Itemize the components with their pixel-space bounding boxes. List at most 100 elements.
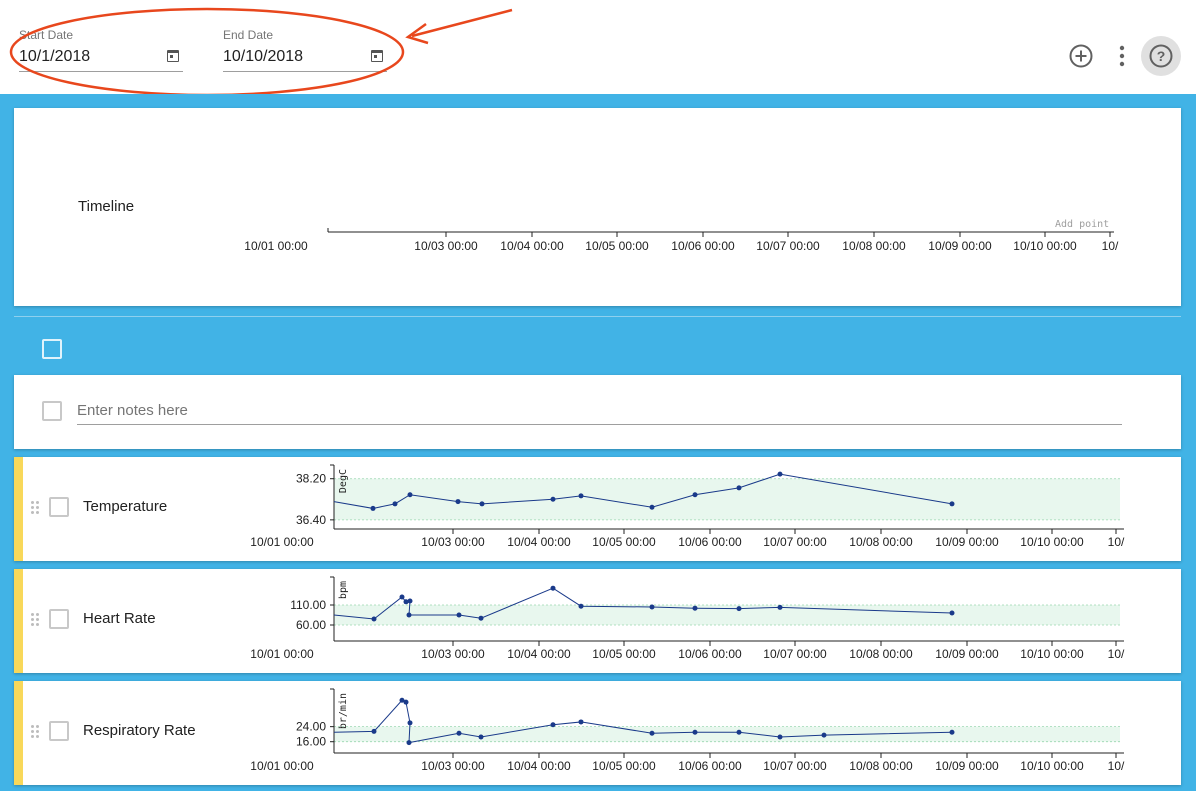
data-point — [578, 719, 584, 725]
data-point — [736, 729, 742, 735]
notes-input[interactable] — [77, 397, 1122, 425]
x-tick-label: 10/03 00:00 — [421, 647, 485, 661]
x-tick-label: 10/09 00:00 — [935, 759, 999, 773]
data-point — [455, 499, 461, 505]
y-tick-label: 16.00 — [296, 735, 326, 749]
x-tick-label: 10/10 00:00 — [1020, 647, 1084, 661]
x-tick-label: 10/04 00:00 — [507, 759, 571, 773]
x-tick-label: 10/01 00:00 — [250, 535, 314, 549]
data-point — [456, 730, 462, 736]
data-point — [392, 501, 398, 507]
timeline-tick-label: 10/09 00:00 — [928, 239, 992, 253]
x-tick-label: 10/03 00:00 — [421, 759, 485, 773]
data-point — [821, 732, 827, 738]
end-date-field[interactable]: End Date 10/10/2018 — [223, 28, 387, 72]
help-circle-icon[interactable]: ? — [1141, 36, 1181, 76]
data-point — [777, 471, 783, 477]
y-unit-label: bpm — [338, 581, 349, 599]
y-unit-label: br/min — [338, 693, 349, 729]
vital-card-respiratory-rate: Respiratory Rate 24.00 16.00 br/min 10/01 0… — [14, 681, 1181, 785]
calendar-icon[interactable] — [167, 50, 179, 62]
data-point — [949, 610, 955, 616]
data-point — [371, 616, 377, 622]
timeline-tick-label: 10/04 00:00 — [500, 239, 564, 253]
start-date-field[interactable]: Start Date 10/1/2018 — [19, 28, 183, 72]
timeline-tick-label: 10/01 00:00 — [244, 239, 308, 253]
y-tick-label: 60.00 — [296, 618, 326, 632]
x-tick-label: 10/03 00:00 — [421, 535, 485, 549]
x-tick-label: 10/05 00:00 — [592, 759, 656, 773]
data-point — [550, 722, 556, 728]
data-point — [649, 730, 655, 736]
data-point — [649, 604, 655, 610]
annotation-arrow-head — [405, 22, 429, 45]
data-point — [736, 485, 742, 491]
data-point — [407, 720, 413, 726]
x-tick-label: 10/09 00:00 — [935, 647, 999, 661]
x-tick-label: 10/ — [1108, 647, 1125, 661]
select-all-checkbox[interactable] — [42, 339, 62, 359]
data-point — [649, 504, 655, 510]
data-point — [550, 585, 556, 591]
top-bar: Start Date 10/1/2018 End Date 10/10/2018… — [0, 0, 1196, 97]
data-point — [479, 501, 485, 507]
end-date-input[interactable]: 10/10/2018 — [223, 48, 387, 72]
temperature-chart: 38.20 36.40 DegC 10/01 00:00 10/03 00:00 10/0… — [250, 464, 1125, 549]
x-tick-label: 10/06 00:00 — [678, 759, 742, 773]
data-point — [777, 734, 783, 740]
data-point — [578, 493, 584, 499]
x-tick-label: 10/08 00:00 — [849, 647, 913, 661]
x-tick-label: 10/05 00:00 — [592, 647, 656, 661]
more-vert-icon[interactable] — [1102, 36, 1142, 76]
x-tick-label: 10/06 00:00 — [678, 535, 742, 549]
y-unit-label: DegC — [338, 469, 349, 493]
main-canvas: Timeline Add point 10/01 00:00 10/03 00:0… — [0, 94, 1196, 791]
start-date-input[interactable]: 10/1/2018 — [19, 48, 183, 72]
data-point — [403, 699, 409, 705]
timeline-tick-label: 10/08 00:00 — [842, 239, 906, 253]
calendar-icon[interactable] — [371, 50, 383, 62]
x-tick-label: 10/01 00:00 — [250, 759, 314, 773]
end-date-label: End Date — [223, 28, 274, 42]
data-point — [692, 729, 698, 735]
data-point — [371, 728, 377, 734]
x-tick-label: 10/10 00:00 — [1020, 535, 1084, 549]
timeline-tick-label: 10/07 00:00 — [756, 239, 820, 253]
timeline-tick-label: 10/10 00:00 — [1013, 239, 1077, 253]
notes-card — [14, 375, 1181, 449]
y-tick-label: 36.40 — [296, 513, 326, 527]
notes-checkbox[interactable] — [42, 401, 62, 421]
x-tick-label: 10/07 00:00 — [763, 759, 827, 773]
x-tick-label: 10/06 00:00 — [678, 647, 742, 661]
data-point — [736, 606, 742, 612]
x-tick-label: 10/05 00:00 — [592, 535, 656, 549]
y-tick-label: 110.00 — [290, 598, 326, 612]
x-tick-label: 10/ — [1108, 535, 1125, 549]
x-tick-label: 10/08 00:00 — [849, 759, 913, 773]
data-point — [406, 740, 412, 746]
x-tick-label: 10/04 00:00 — [507, 647, 571, 661]
start-date-value: 10/1/2018 — [19, 48, 91, 65]
x-tick-label: 10/08 00:00 — [849, 535, 913, 549]
add-circle-icon[interactable] — [1061, 36, 1101, 76]
data-point — [949, 729, 955, 735]
data-point — [370, 505, 376, 511]
x-tick-label: 10/07 00:00 — [763, 535, 827, 549]
annotation-arrow-shaft — [411, 8, 513, 38]
data-point — [692, 605, 698, 611]
start-date-label: Start Date — [19, 28, 74, 42]
svg-text:?: ? — [1157, 48, 1166, 64]
normal-range-band — [334, 478, 1120, 520]
data-point — [407, 598, 413, 604]
divider — [14, 316, 1181, 317]
y-tick-label: 24.00 — [296, 720, 326, 734]
x-tick-label: 10/09 00:00 — [935, 535, 999, 549]
data-point — [578, 603, 584, 609]
data-point — [456, 612, 462, 618]
x-tick-label: 10/ — [1108, 759, 1125, 773]
timeline-axis: 10/01 00:00 10/03 00:00 10/04 00:00 10/05 0… — [244, 228, 1119, 253]
data-point — [692, 492, 698, 498]
data-point — [406, 612, 412, 618]
heart-rate-chart: 110.00 60.00 bpm 10/01 00:00 10/03 00:00 10/0… — [250, 576, 1125, 661]
end-date-value: 10/10/2018 — [223, 48, 304, 65]
